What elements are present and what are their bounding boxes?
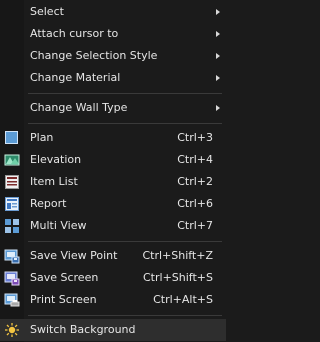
menu-item-save-screen[interactable]: Save Screen Ctrl+Shift+S (0, 267, 226, 289)
submenu-arrow-icon (216, 105, 220, 111)
plan-icon (4, 130, 20, 146)
menu-item-label: Save View Point (30, 249, 118, 262)
shortcut-label: Ctrl+Shift+Z (142, 249, 213, 262)
submenu-arrow-icon (216, 53, 220, 59)
elevation-icon (4, 152, 20, 168)
menu-item-label: Change Material (30, 71, 121, 84)
menu-item-change-wall-type[interactable]: Change Wall Type (0, 97, 226, 119)
menu-separator (28, 123, 222, 124)
menu-item-switch-background[interactable]: Switch Background (0, 319, 226, 341)
item-list-icon (4, 174, 20, 190)
menu-item-save-view-point[interactable]: Save View Point Ctrl+Shift+Z (0, 245, 226, 267)
menu-item-label: Save Screen (30, 271, 99, 284)
menu-item-elevation[interactable]: Elevation Ctrl+4 (0, 149, 226, 171)
context-menu: Select Attach cursor to Change Selection… (0, 0, 226, 342)
menu-item-label: Report (30, 197, 67, 210)
multi-view-icon (4, 218, 20, 234)
print-screen-icon (4, 292, 20, 308)
shortcut-label: Ctrl+6 (177, 197, 213, 210)
menu-separator (28, 241, 222, 242)
submenu-arrow-icon (216, 9, 220, 15)
menu-item-plan[interactable]: Plan Ctrl+3 (0, 127, 226, 149)
submenu-arrow-icon (216, 75, 220, 81)
menu-item-label: Print Screen (30, 293, 97, 306)
menu-item-multi-view[interactable]: Multi View Ctrl+7 (0, 215, 226, 237)
menu-item-item-list[interactable]: Item List Ctrl+2 (0, 171, 226, 193)
menu-item-print-screen[interactable]: Print Screen Ctrl+Alt+S (0, 289, 226, 311)
menu-item-label: Attach cursor to (30, 27, 119, 40)
menu-item-label: Switch Background (30, 323, 136, 336)
menu-separator (28, 93, 222, 94)
save-screen-icon (4, 270, 20, 286)
menu-separator (28, 315, 222, 316)
switch-background-icon (4, 322, 20, 338)
menu-item-label: Plan (30, 131, 54, 144)
menu-item-label: Item List (30, 175, 78, 188)
menu-item-label: Select (30, 5, 64, 18)
menu-item-label: Change Wall Type (30, 101, 128, 114)
menu-item-report[interactable]: Report Ctrl+6 (0, 193, 226, 215)
submenu-arrow-icon (216, 31, 220, 37)
report-icon (4, 196, 20, 212)
shortcut-label: Ctrl+2 (177, 175, 213, 188)
menu-item-label: Change Selection Style (30, 49, 158, 62)
menu-item-change-selection-style[interactable]: Change Selection Style (0, 45, 226, 67)
shortcut-label: Ctrl+7 (177, 219, 213, 232)
shortcut-label: Ctrl+Alt+S (153, 293, 213, 306)
menu-item-label: Multi View (30, 219, 87, 232)
shortcut-label: Ctrl+Shift+S (143, 271, 213, 284)
menu-item-label: Elevation (30, 153, 82, 166)
shortcut-label: Ctrl+4 (177, 153, 213, 166)
shortcut-label: Ctrl+3 (177, 131, 213, 144)
menu-item-select[interactable]: Select (0, 1, 226, 23)
menu-item-change-material[interactable]: Change Material (0, 67, 226, 89)
save-view-point-icon (4, 248, 20, 264)
menu-item-attach-cursor-to[interactable]: Attach cursor to (0, 23, 226, 45)
